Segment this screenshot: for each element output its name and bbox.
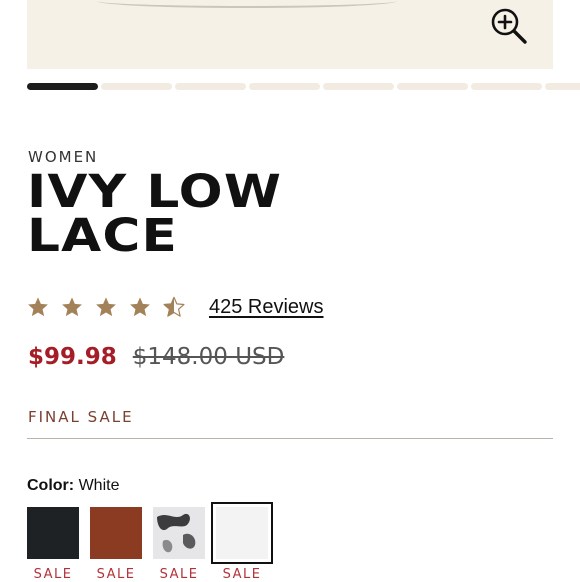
product-rating: 425 Reviews: [27, 292, 324, 322]
star-icon: [130, 297, 150, 317]
star-icon: [96, 297, 116, 317]
gallery-segment[interactable]: [101, 83, 172, 90]
gallery-segment[interactable]: [249, 83, 320, 90]
divider: [27, 438, 553, 439]
print-pattern: [157, 513, 196, 553]
rating-stars: [27, 296, 185, 318]
color-label: Color:: [27, 477, 75, 494]
gallery-segment[interactable]: [471, 83, 542, 90]
shoe-image-edge: [97, 0, 397, 8]
gallery-segment[interactable]: [397, 83, 468, 90]
color-selection-label: Color: White: [27, 477, 119, 495]
product-title-line2: LACE: [27, 209, 178, 262]
color-swatch-white[interactable]: SALE: [211, 502, 273, 582]
gallery-progress: [27, 83, 580, 91]
star-icon: [28, 297, 48, 317]
sale-price: $99.98: [28, 344, 117, 370]
gallery-segment[interactable]: [545, 83, 580, 90]
zoom-in-icon[interactable]: [489, 6, 529, 46]
product-category: WOMEN: [28, 148, 99, 166]
swatch-image[interactable]: [153, 507, 205, 559]
price-block: $99.98 $148.00 USD: [28, 344, 284, 370]
gallery-segment[interactable]: [27, 83, 98, 90]
color-swatch-print[interactable]: SALE: [153, 507, 205, 582]
star-icon: [62, 297, 82, 317]
half-star-icon: [163, 296, 185, 317]
gallery-segment[interactable]: [175, 83, 246, 90]
original-price: $148.00 USD: [132, 344, 285, 370]
selected-color-value: White: [78, 477, 120, 494]
reviews-link[interactable]: 425 Reviews: [209, 296, 324, 319]
color-swatches: SALE SALE SALE SALE: [27, 502, 273, 582]
color-swatch-brown[interactable]: SALE: [90, 507, 142, 582]
product-title: IVY LOW LACE: [27, 169, 487, 258]
gallery-segment[interactable]: [323, 83, 394, 90]
color-swatch-black[interactable]: SALE: [27, 507, 79, 582]
swatch-image[interactable]: [90, 507, 142, 559]
final-sale-label: FINAL SALE: [28, 408, 134, 426]
product-image[interactable]: [27, 0, 553, 69]
swatch-image[interactable]: [27, 507, 79, 559]
swatch-image[interactable]: [211, 502, 273, 564]
